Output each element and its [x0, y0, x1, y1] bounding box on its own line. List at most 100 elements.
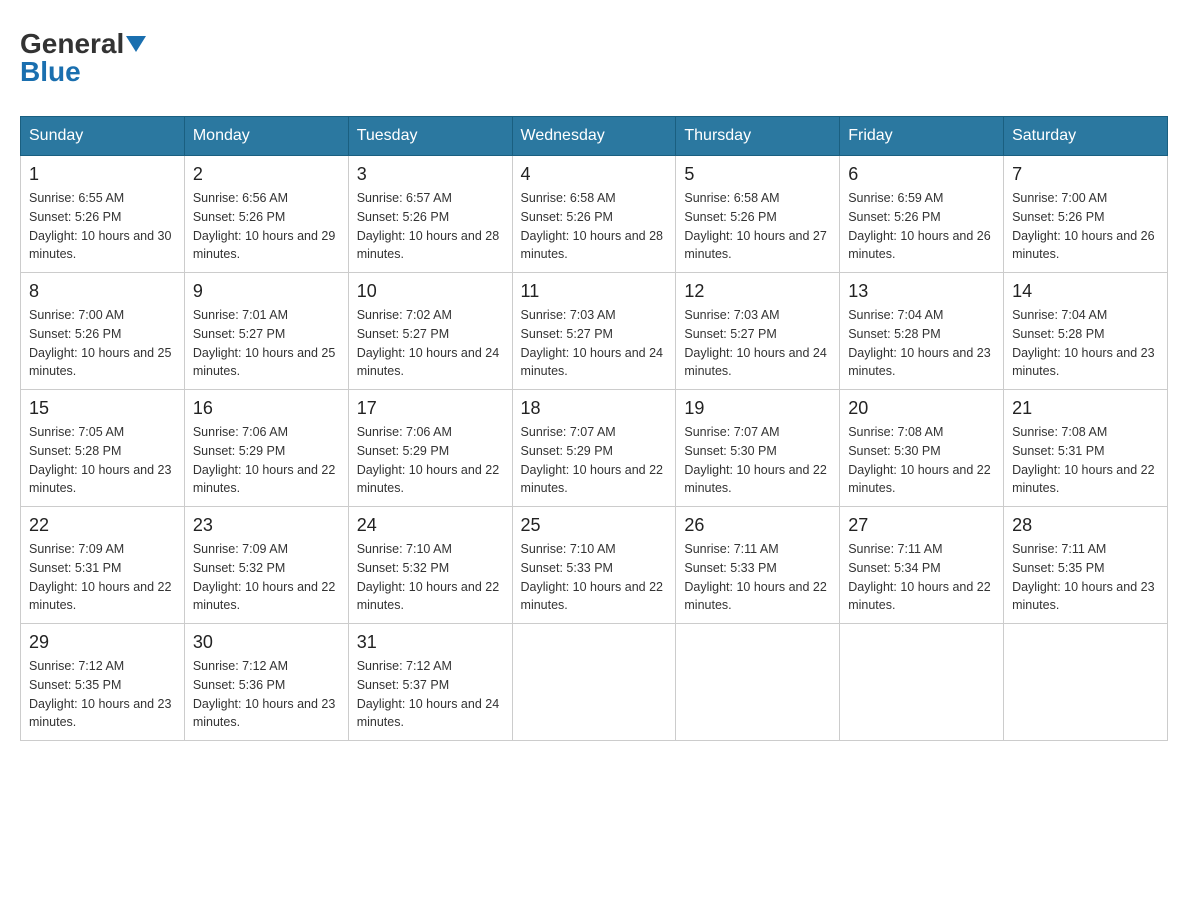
day-info: Sunrise: 6:58 AMSunset: 5:26 PMDaylight:…: [521, 189, 668, 264]
day-info: Sunrise: 7:09 AMSunset: 5:32 PMDaylight:…: [193, 540, 340, 615]
day-number: 18: [521, 398, 668, 419]
calendar-cell: 20 Sunrise: 7:08 AMSunset: 5:30 PMDaylig…: [840, 390, 1004, 507]
calendar-cell: [1004, 624, 1168, 741]
day-number: 24: [357, 515, 504, 536]
calendar-cell: 23 Sunrise: 7:09 AMSunset: 5:32 PMDaylig…: [184, 507, 348, 624]
calendar-header-monday: Monday: [184, 117, 348, 156]
calendar-cell: 26 Sunrise: 7:11 AMSunset: 5:33 PMDaylig…: [676, 507, 840, 624]
calendar-week-5: 29 Sunrise: 7:12 AMSunset: 5:35 PMDaylig…: [21, 624, 1168, 741]
day-number: 3: [357, 164, 504, 185]
day-number: 16: [193, 398, 340, 419]
day-number: 2: [193, 164, 340, 185]
calendar-cell: [512, 624, 676, 741]
calendar-cell: 2 Sunrise: 6:56 AMSunset: 5:26 PMDayligh…: [184, 156, 348, 273]
day-number: 9: [193, 281, 340, 302]
day-number: 21: [1012, 398, 1159, 419]
calendar-cell: 13 Sunrise: 7:04 AMSunset: 5:28 PMDaylig…: [840, 273, 1004, 390]
calendar-header-thursday: Thursday: [676, 117, 840, 156]
calendar-header-tuesday: Tuesday: [348, 117, 512, 156]
calendar-cell: 15 Sunrise: 7:05 AMSunset: 5:28 PMDaylig…: [21, 390, 185, 507]
calendar-header-wednesday: Wednesday: [512, 117, 676, 156]
day-number: 8: [29, 281, 176, 302]
calendar-cell: 5 Sunrise: 6:58 AMSunset: 5:26 PMDayligh…: [676, 156, 840, 273]
day-number: 5: [684, 164, 831, 185]
day-info: Sunrise: 6:58 AMSunset: 5:26 PMDaylight:…: [684, 189, 831, 264]
day-info: Sunrise: 7:09 AMSunset: 5:31 PMDaylight:…: [29, 540, 176, 615]
calendar-cell: 18 Sunrise: 7:07 AMSunset: 5:29 PMDaylig…: [512, 390, 676, 507]
day-number: 25: [521, 515, 668, 536]
calendar-cell: 4 Sunrise: 6:58 AMSunset: 5:26 PMDayligh…: [512, 156, 676, 273]
day-number: 11: [521, 281, 668, 302]
day-info: Sunrise: 7:07 AMSunset: 5:29 PMDaylight:…: [521, 423, 668, 498]
calendar-cell: 24 Sunrise: 7:10 AMSunset: 5:32 PMDaylig…: [348, 507, 512, 624]
day-number: 14: [1012, 281, 1159, 302]
calendar-cell: 7 Sunrise: 7:00 AMSunset: 5:26 PMDayligh…: [1004, 156, 1168, 273]
day-number: 6: [848, 164, 995, 185]
calendar-week-1: 1 Sunrise: 6:55 AMSunset: 5:26 PMDayligh…: [21, 156, 1168, 273]
day-number: 28: [1012, 515, 1159, 536]
day-number: 22: [29, 515, 176, 536]
day-number: 10: [357, 281, 504, 302]
calendar-cell: 21 Sunrise: 7:08 AMSunset: 5:31 PMDaylig…: [1004, 390, 1168, 507]
calendar-cell: 11 Sunrise: 7:03 AMSunset: 5:27 PMDaylig…: [512, 273, 676, 390]
day-info: Sunrise: 7:04 AMSunset: 5:28 PMDaylight:…: [1012, 306, 1159, 381]
calendar-cell: 8 Sunrise: 7:00 AMSunset: 5:26 PMDayligh…: [21, 273, 185, 390]
day-info: Sunrise: 7:12 AMSunset: 5:36 PMDaylight:…: [193, 657, 340, 732]
day-number: 20: [848, 398, 995, 419]
day-number: 27: [848, 515, 995, 536]
page-header: General Blue: [20, 20, 1168, 96]
day-number: 15: [29, 398, 176, 419]
calendar-cell: 9 Sunrise: 7:01 AMSunset: 5:27 PMDayligh…: [184, 273, 348, 390]
day-info: Sunrise: 7:03 AMSunset: 5:27 PMDaylight:…: [684, 306, 831, 381]
day-info: Sunrise: 7:08 AMSunset: 5:31 PMDaylight:…: [1012, 423, 1159, 498]
day-number: 23: [193, 515, 340, 536]
calendar-header-sunday: Sunday: [21, 117, 185, 156]
day-info: Sunrise: 7:00 AMSunset: 5:26 PMDaylight:…: [29, 306, 176, 381]
day-number: 1: [29, 164, 176, 185]
day-number: 31: [357, 632, 504, 653]
logo: General Blue: [20, 30, 146, 86]
calendar-header-row: SundayMondayTuesdayWednesdayThursdayFrid…: [21, 117, 1168, 156]
day-info: Sunrise: 7:10 AMSunset: 5:33 PMDaylight:…: [521, 540, 668, 615]
calendar-cell: 10 Sunrise: 7:02 AMSunset: 5:27 PMDaylig…: [348, 273, 512, 390]
calendar-cell: [840, 624, 1004, 741]
calendar-cell: 30 Sunrise: 7:12 AMSunset: 5:36 PMDaylig…: [184, 624, 348, 741]
day-info: Sunrise: 6:59 AMSunset: 5:26 PMDaylight:…: [848, 189, 995, 264]
day-info: Sunrise: 6:56 AMSunset: 5:26 PMDaylight:…: [193, 189, 340, 264]
calendar-cell: 22 Sunrise: 7:09 AMSunset: 5:31 PMDaylig…: [21, 507, 185, 624]
day-info: Sunrise: 7:11 AMSunset: 5:35 PMDaylight:…: [1012, 540, 1159, 615]
day-info: Sunrise: 7:01 AMSunset: 5:27 PMDaylight:…: [193, 306, 340, 381]
calendar-cell: 27 Sunrise: 7:11 AMSunset: 5:34 PMDaylig…: [840, 507, 1004, 624]
day-info: Sunrise: 7:04 AMSunset: 5:28 PMDaylight:…: [848, 306, 995, 381]
calendar-cell: 31 Sunrise: 7:12 AMSunset: 5:37 PMDaylig…: [348, 624, 512, 741]
day-info: Sunrise: 7:03 AMSunset: 5:27 PMDaylight:…: [521, 306, 668, 381]
calendar-cell: 14 Sunrise: 7:04 AMSunset: 5:28 PMDaylig…: [1004, 273, 1168, 390]
calendar-cell: 25 Sunrise: 7:10 AMSunset: 5:33 PMDaylig…: [512, 507, 676, 624]
day-info: Sunrise: 7:08 AMSunset: 5:30 PMDaylight:…: [848, 423, 995, 498]
logo-triangle-icon: [126, 36, 146, 52]
calendar-table: SundayMondayTuesdayWednesdayThursdayFrid…: [20, 116, 1168, 741]
calendar-cell: 16 Sunrise: 7:06 AMSunset: 5:29 PMDaylig…: [184, 390, 348, 507]
day-info: Sunrise: 7:02 AMSunset: 5:27 PMDaylight:…: [357, 306, 504, 381]
calendar-week-2: 8 Sunrise: 7:00 AMSunset: 5:26 PMDayligh…: [21, 273, 1168, 390]
day-info: Sunrise: 7:05 AMSunset: 5:28 PMDaylight:…: [29, 423, 176, 498]
calendar-cell: 19 Sunrise: 7:07 AMSunset: 5:30 PMDaylig…: [676, 390, 840, 507]
logo-general-text: General: [20, 30, 124, 58]
logo-blue-text: Blue: [20, 58, 146, 86]
day-number: 17: [357, 398, 504, 419]
day-number: 30: [193, 632, 340, 653]
calendar-cell: 3 Sunrise: 6:57 AMSunset: 5:26 PMDayligh…: [348, 156, 512, 273]
day-info: Sunrise: 6:55 AMSunset: 5:26 PMDaylight:…: [29, 189, 176, 264]
calendar-cell: 28 Sunrise: 7:11 AMSunset: 5:35 PMDaylig…: [1004, 507, 1168, 624]
day-info: Sunrise: 7:12 AMSunset: 5:37 PMDaylight:…: [357, 657, 504, 732]
day-number: 7: [1012, 164, 1159, 185]
calendar-cell: [676, 624, 840, 741]
day-info: Sunrise: 7:00 AMSunset: 5:26 PMDaylight:…: [1012, 189, 1159, 264]
calendar-header-friday: Friday: [840, 117, 1004, 156]
calendar-cell: 29 Sunrise: 7:12 AMSunset: 5:35 PMDaylig…: [21, 624, 185, 741]
day-info: Sunrise: 7:07 AMSunset: 5:30 PMDaylight:…: [684, 423, 831, 498]
calendar-week-4: 22 Sunrise: 7:09 AMSunset: 5:31 PMDaylig…: [21, 507, 1168, 624]
day-info: Sunrise: 6:57 AMSunset: 5:26 PMDaylight:…: [357, 189, 504, 264]
day-info: Sunrise: 7:06 AMSunset: 5:29 PMDaylight:…: [357, 423, 504, 498]
day-number: 19: [684, 398, 831, 419]
